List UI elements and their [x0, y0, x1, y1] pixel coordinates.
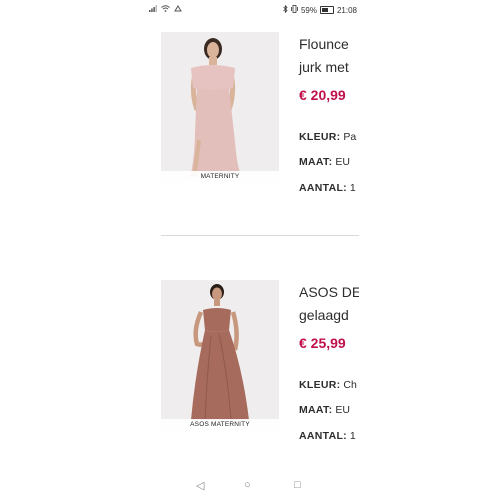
image-caption: MATERNITY [161, 171, 279, 182]
status-icons-right: 59% 21:08 [283, 4, 357, 15]
wifi-icon [161, 5, 170, 14]
product-price: € 25,99 [299, 335, 346, 351]
quantity-label: AANTAL: [299, 430, 347, 442]
quantity-label: AANTAL: [299, 182, 347, 194]
bluetooth-icon [283, 4, 288, 15]
battery-icon [319, 6, 334, 14]
product-image[interactable]: MATERNITY [161, 32, 279, 182]
size-row[interactable]: MAAT: EU [299, 156, 350, 168]
color-row[interactable]: KLEUR: Ch [299, 379, 357, 391]
page: 59% 21:08 MATERNITY Flounce jurk met € 2… [0, 0, 500, 500]
quantity-value: 1 [349, 430, 356, 442]
size-value: EU [335, 156, 350, 168]
product-price: € 20,99 [299, 87, 346, 103]
color-value: Ch [343, 379, 357, 391]
quantity-value: 1 [349, 182, 356, 194]
product-title-line1[interactable]: Flounce [299, 33, 359, 55]
notification-icon [174, 5, 182, 14]
phone-screen: 59% 21:08 MATERNITY Flounce jurk met € 2… [141, 0, 359, 500]
product-title-line2[interactable]: gelaagd [299, 304, 359, 326]
divider [161, 235, 359, 236]
size-value: EU [335, 404, 350, 416]
vibrate-icon [291, 5, 298, 15]
product-title-line2[interactable]: jurk met [299, 56, 359, 78]
navigation-bar: ◁ ○ □ [141, 470, 359, 500]
product-image[interactable]: ASOS MATERNITY [161, 280, 279, 430]
size-label: MAAT: [299, 156, 333, 168]
color-label: KLEUR: [299, 379, 341, 391]
color-label: KLEUR: [299, 131, 341, 143]
product-info: ASOS DE gelaagd € 25,99 KLEUR: Ch MAAT: … [299, 280, 359, 442]
status-bar: 59% 21:08 [141, 0, 359, 20]
product-info: Flounce jurk met € 20,99 KLEUR: Pa MAAT:… [299, 32, 359, 194]
size-label: MAAT: [299, 404, 333, 416]
clock: 21:08 [336, 5, 357, 15]
recent-apps-button[interactable]: □ [294, 479, 301, 491]
color-row[interactable]: KLEUR: Pa [299, 131, 356, 143]
home-button[interactable]: ○ [244, 479, 251, 491]
size-row[interactable]: MAAT: EU [299, 404, 350, 416]
signal-icon [149, 5, 157, 14]
color-value: Pa [343, 131, 357, 143]
image-caption: ASOS MATERNITY [161, 419, 279, 430]
product-title-line1[interactable]: ASOS DE [299, 281, 359, 303]
status-icons-left [149, 5, 182, 14]
battery-percent: 59% [300, 5, 317, 15]
quantity-row[interactable]: AANTAL: 1 [299, 182, 356, 194]
back-button[interactable]: ◁ [196, 479, 204, 492]
quantity-row[interactable]: AANTAL: 1 [299, 430, 356, 442]
